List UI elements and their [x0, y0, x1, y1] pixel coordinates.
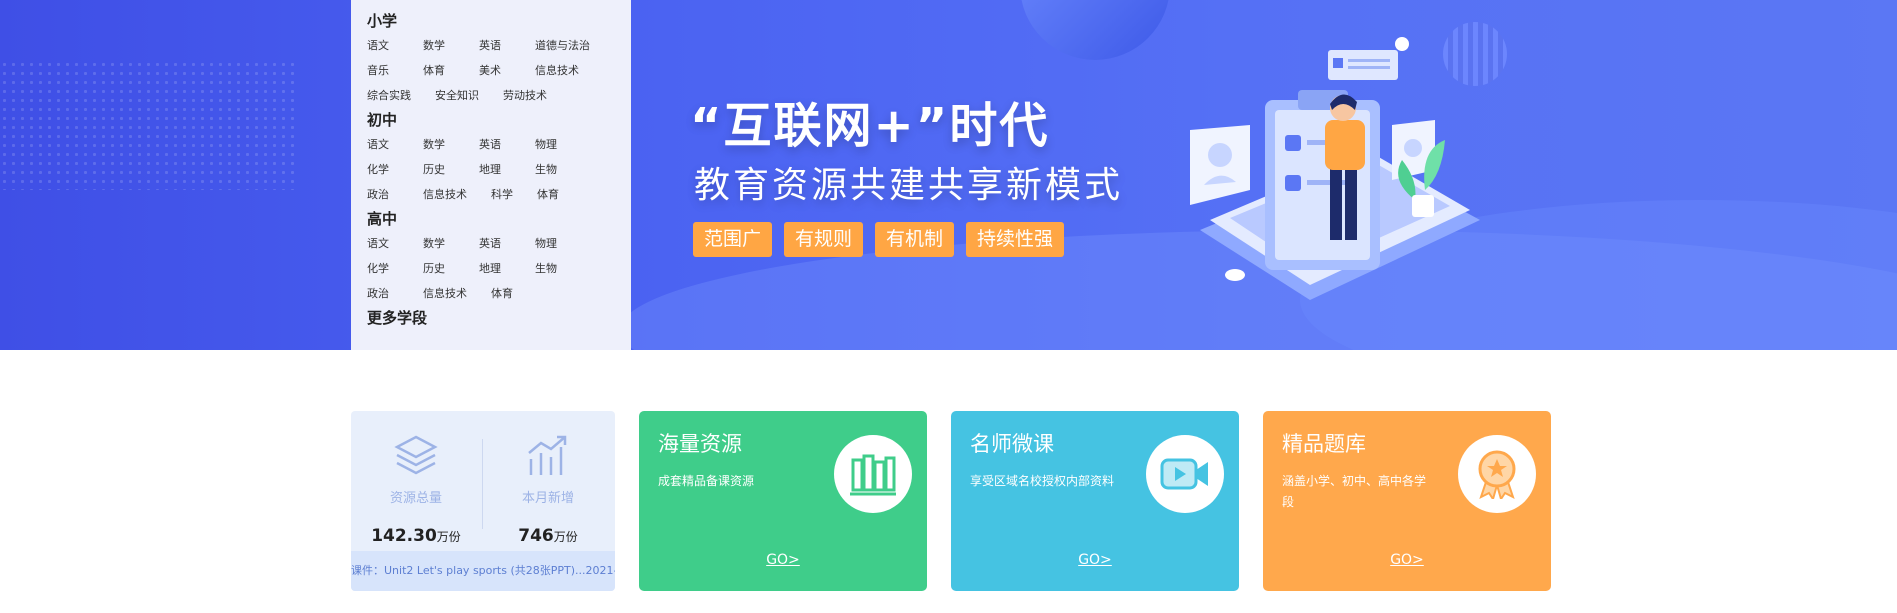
- subject-link[interactable]: 美术: [479, 62, 511, 78]
- card-title: 名师微课: [970, 432, 1054, 456]
- subject-link[interactable]: 物理: [535, 136, 557, 152]
- subject-link[interactable]: 化学: [367, 260, 399, 276]
- banner-tags: 范围广 有规则 有机制 持续性强: [693, 222, 1065, 257]
- subject-link[interactable]: 数学: [423, 136, 455, 152]
- subject-link[interactable]: 科学: [491, 186, 513, 202]
- stat-value: 142.30万份: [351, 526, 481, 546]
- card-description: 涵盖小学、初中、高中各学段: [1282, 474, 1427, 509]
- subject-link[interactable]: 英语: [479, 37, 511, 53]
- category-row: 语文 数学 英语 物理: [367, 131, 615, 156]
- category-row: 政治 信息技术 体育: [367, 280, 615, 305]
- category-row: 语文 数学 英语 物理: [367, 230, 615, 255]
- growth-chart-icon: [528, 435, 567, 475]
- category-group-senior: 高中 语文 数学 英语 物理 化学 历史 地理 生物 政治 信息技术 体育: [367, 208, 615, 305]
- subject-link[interactable]: 英语: [479, 136, 511, 152]
- subject-link[interactable]: 化学: [367, 161, 399, 177]
- category-group-primary: 小学 语文 数学 英语 道德与法治 音乐 体育 美术 信息技术 综合实践 安全知…: [367, 10, 615, 107]
- stat-label: 资源总量: [389, 491, 442, 506]
- category-title[interactable]: 初中: [367, 109, 615, 131]
- stat-number: 746: [518, 526, 554, 546]
- resource-stats-card: 资源总量 142.30万份 本月新增 746万份 课件：Unit2 Let's …: [351, 411, 615, 591]
- hero-banner: “互联网+”时代 教育资源共建共享新模式 范围广 有规则 有机制 持续性强: [0, 0, 1897, 350]
- video-camera-icon: [1146, 435, 1224, 513]
- subject-link[interactable]: 政治: [367, 186, 399, 202]
- massive-resources-card[interactable]: 海量资源 成套精品备课资源 GO>: [639, 411, 927, 591]
- layers-icon: [394, 435, 438, 475]
- category-row: 政治 信息技术 科学 体育: [367, 181, 615, 206]
- subject-link[interactable]: 英语: [479, 235, 511, 251]
- banner-subline: 教育资源共建共享新模式: [694, 165, 1124, 206]
- banner-tag: 范围广: [693, 222, 773, 257]
- subject-link[interactable]: 体育: [423, 62, 455, 78]
- category-row: 综合实践 安全知识 劳动技术: [367, 82, 615, 107]
- stat-value: 746万份: [483, 526, 613, 546]
- subject-link[interactable]: 物理: [535, 235, 557, 251]
- go-link[interactable]: GO>: [1263, 552, 1551, 568]
- go-link[interactable]: GO>: [639, 552, 927, 568]
- subject-link[interactable]: 地理: [479, 161, 511, 177]
- category-row: 化学 历史 地理 生物: [367, 255, 615, 280]
- card-description: 享受区域名校授权内部资料: [970, 474, 1115, 488]
- category-row: 音乐 体育 美术 信息技术: [367, 57, 615, 82]
- subject-link[interactable]: 信息技术: [423, 186, 467, 202]
- subject-link[interactable]: 历史: [423, 161, 455, 177]
- subject-link[interactable]: 体育: [491, 285, 513, 301]
- subject-link[interactable]: 生物: [535, 260, 557, 276]
- subject-link[interactable]: 安全知识: [435, 87, 479, 103]
- subject-link[interactable]: 语文: [367, 37, 399, 53]
- stat-unit: 万份: [553, 530, 578, 544]
- card-title: 海量资源: [658, 432, 742, 456]
- subject-link[interactable]: 数学: [423, 37, 455, 53]
- subject-link[interactable]: 语文: [367, 235, 399, 251]
- category-row: 化学 历史 地理 生物: [367, 156, 615, 181]
- subject-link[interactable]: 语文: [367, 136, 399, 152]
- subject-link[interactable]: 历史: [423, 260, 455, 276]
- dot-pattern-decoration: [0, 60, 300, 190]
- page: “互联网+”时代 教育资源共建共享新模式 范围广 有规则 有机制 持续性强 小学…: [0, 0, 1897, 613]
- subject-category-panel: 小学 语文 数学 英语 道德与法治 音乐 体育 美术 信息技术 综合实践 安全知…: [351, 0, 631, 350]
- subject-link[interactable]: 道德与法治: [535, 37, 590, 53]
- monthly-new-stat: 本月新增 746万份: [483, 433, 613, 546]
- go-link[interactable]: GO>: [951, 552, 1239, 568]
- books-icon: [834, 435, 912, 513]
- stat-number: 142.30: [371, 526, 437, 546]
- medal-icon: [1458, 435, 1536, 513]
- card-description: 成套精品备课资源: [658, 474, 755, 488]
- banner-tag: 有规则: [784, 222, 864, 257]
- subject-link[interactable]: 音乐: [367, 62, 399, 78]
- quality-question-bank-card[interactable]: 精品题库 涵盖小学、初中、高中各学段 GO>: [1263, 411, 1551, 591]
- latest-resource-ticker[interactable]: 课件：Unit2 Let's play sports (共28张PPT)...2…: [351, 551, 615, 591]
- subject-link[interactable]: 信息技术: [423, 285, 467, 301]
- more-stages-link[interactable]: 更多学段: [367, 307, 615, 328]
- stat-label: 本月新增: [521, 491, 574, 506]
- stat-unit: 万份: [436, 530, 461, 544]
- subject-link[interactable]: 劳动技术: [503, 87, 547, 103]
- famous-teacher-course-card[interactable]: 名师微课 享受区域名校授权内部资料 GO>: [951, 411, 1239, 591]
- total-resources-stat: 资源总量 142.30万份: [351, 433, 481, 546]
- subject-link[interactable]: 地理: [479, 260, 511, 276]
- subject-link[interactable]: 生物: [535, 161, 557, 177]
- category-group-junior: 初中 语文 数学 英语 物理 化学 历史 地理 生物 政治 信息技术 科学 体育: [367, 109, 615, 206]
- subject-link[interactable]: 数学: [423, 235, 455, 251]
- subject-link[interactable]: 信息技术: [535, 62, 579, 78]
- subject-link[interactable]: 体育: [537, 186, 559, 202]
- category-row: 语文 数学 英语 道德与法治: [367, 32, 615, 57]
- subject-link[interactable]: 综合实践: [367, 87, 411, 103]
- banner-tag: 持续性强: [966, 222, 1065, 257]
- subject-link[interactable]: 政治: [367, 285, 399, 301]
- phone-illustration: [1190, 37, 1480, 300]
- banner-tag: 有机制: [875, 222, 955, 257]
- card-title: 精品题库: [1282, 432, 1366, 456]
- banner-headline: “互联网+”时代: [690, 98, 1050, 154]
- category-title[interactable]: 小学: [367, 10, 615, 32]
- category-title[interactable]: 高中: [367, 208, 615, 230]
- circle-decoration: [1020, 0, 1170, 60]
